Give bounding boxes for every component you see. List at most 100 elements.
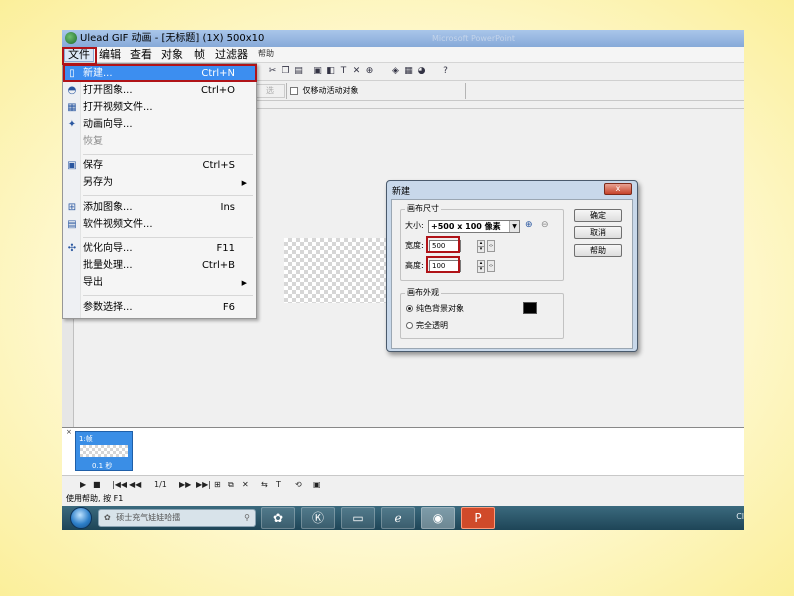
menu-object[interactable]: 对象: [158, 48, 186, 62]
menu-item-label: 优化向导...: [83, 243, 133, 254]
move-active-checkbox[interactable]: 仅移动活动对象: [290, 85, 359, 96]
add-size-icon[interactable]: ⊕: [525, 220, 533, 231]
taskbar-search-box[interactable]: ✿ 硕士充气娃娃哈擂 ⚲: [98, 509, 256, 527]
radio-dot[interactable]: [406, 322, 413, 329]
menu-item-label: 打开视频文件...: [83, 102, 153, 113]
duplicate-frame-icon[interactable]: ⧉: [228, 479, 234, 490]
width-spin-down[interactable]: ▾: [477, 246, 485, 253]
help-pointer-icon[interactable]: ?: [440, 66, 451, 77]
dialog-body: 画布尺寸 大小: +500 x 100 像素 ▼ ⊕ ⊖ 宽度: 500 ▴ ▾…: [391, 199, 633, 349]
prev-frame-icon[interactable]: ◀◀: [129, 479, 141, 490]
browser-icon[interactable]: ◕: [416, 66, 427, 77]
taskbar-ie-button[interactable]: ℯ: [381, 507, 415, 529]
play-icon[interactable]: ▶: [80, 479, 86, 490]
dialog-close-button[interactable]: x: [604, 183, 632, 195]
menu-separator: [83, 154, 253, 155]
delete-icon[interactable]: ✕: [351, 66, 362, 77]
add-frame-icon[interactable]: ⊞: [214, 479, 221, 490]
preview-icon[interactable]: ▦: [403, 66, 414, 77]
taskbar-powerpoint-button[interactable]: P: [461, 507, 495, 529]
toolbar-separator: [286, 83, 287, 99]
taskbar-kugou-button[interactable]: Ⓚ: [301, 507, 335, 529]
menu-filter[interactable]: 过滤器: [212, 48, 251, 62]
menu-item-export[interactable]: 导出 ▶: [64, 275, 255, 291]
ok-button[interactable]: 确定: [574, 209, 622, 222]
menu-item-open-video[interactable]: ▦ 打开视频文件...: [64, 100, 255, 116]
width-stepper[interactable]: ‹›: [487, 240, 495, 252]
canvas-appearance-group: 画布外观 纯色背景对象 完全透明: [400, 288, 564, 339]
paste-icon[interactable]: ▤: [293, 66, 304, 77]
delete-frame-icon[interactable]: ✕: [242, 479, 249, 490]
menu-item-label: 恢复: [83, 136, 103, 147]
menu-frame[interactable]: 帧: [191, 48, 208, 62]
menu-help[interactable]: 帮助: [258, 48, 274, 59]
size-select[interactable]: +500 x 100 像素 ▼: [428, 220, 520, 233]
stop-icon[interactable]: ■: [93, 479, 101, 490]
radio-dot[interactable]: [406, 305, 413, 312]
transparent-canvas[interactable]: [284, 238, 389, 303]
find-icon[interactable]: ⊕: [364, 66, 375, 77]
submenu-arrow-icon: ▶: [241, 179, 247, 187]
help-button[interactable]: 帮助: [574, 244, 622, 257]
radio-fully-transparent[interactable]: 完全透明: [406, 321, 448, 331]
remove-size-icon[interactable]: ⊖: [541, 220, 549, 231]
frame-panel-close-icon[interactable]: ×: [66, 428, 72, 436]
canvas-size-group: 画布尺寸 大小: +500 x 100 像素 ▼ ⊕ ⊖ 宽度: 500 ▴ ▾…: [400, 204, 564, 281]
last-frame-icon[interactable]: ▶▶|: [196, 479, 211, 490]
taskbar-explorer-button[interactable]: ▭: [341, 507, 375, 529]
open-video-icon: ▦: [67, 102, 77, 113]
background-color-swatch[interactable]: [523, 302, 537, 314]
menu-edit[interactable]: 编辑: [96, 48, 124, 62]
video-file-icon: ▤: [67, 219, 77, 230]
checkbox-box[interactable]: [290, 86, 298, 95]
height-stepper[interactable]: ‹›: [487, 260, 495, 272]
menu-item-shortcut: F6: [222, 302, 235, 313]
frame-thumbnail[interactable]: 1:帧 0.1 秒: [75, 431, 133, 471]
menu-item-optimize-wizard[interactable]: ✣ 优化向导... F11: [64, 241, 255, 257]
menu-item-preferences[interactable]: 参数选择... F6: [64, 300, 255, 316]
menu-item-save[interactable]: ▣ 保存 Ctrl+S: [64, 158, 255, 174]
chevron-down-icon[interactable]: ▼: [509, 221, 519, 232]
save-toolbar-icon[interactable]: ▣: [312, 66, 323, 77]
toolbar-separator: [465, 83, 466, 99]
optimize-toolbar-icon[interactable]: ◈: [390, 66, 401, 77]
menu-item-label: 保存: [83, 160, 103, 171]
menu-item-add-image[interactable]: ⊞ 添加图象... Ins: [64, 200, 255, 216]
menu-item-shortcut: Ctrl+O: [200, 85, 235, 96]
next-frame-icon[interactable]: ▶▶: [179, 479, 191, 490]
taskbar-baidu-button[interactable]: ✿: [261, 507, 295, 529]
menu-item-video-file[interactable]: ▤ 软件视频文件...: [64, 217, 255, 233]
image-icon[interactable]: ◧: [325, 66, 336, 77]
first-frame-icon[interactable]: |◀◀: [112, 479, 127, 490]
size-select-value: +500 x 100 像素: [431, 222, 501, 231]
cancel-button[interactable]: 取消: [574, 226, 622, 239]
height-spin-down[interactable]: ▾: [477, 266, 485, 273]
text-icon[interactable]: T: [338, 66, 349, 77]
menu-item-animation-wizard[interactable]: ✦ 动画向导...: [64, 117, 255, 133]
radio-solid-background[interactable]: 纯色背景对象: [406, 304, 464, 314]
cut-icon[interactable]: ✂: [267, 66, 278, 77]
taskbar-ulead-button[interactable]: ◉: [421, 507, 455, 529]
menu-item-save-as[interactable]: 另存为 ▶: [64, 175, 255, 191]
radio-solid-label: 纯色背景对象: [416, 304, 464, 313]
menu-item-open-image[interactable]: ◓ 打开图象... Ctrl+O: [64, 83, 255, 99]
menu-item-batch[interactable]: 批量处理... Ctrl+B: [64, 258, 255, 274]
menu-item-label: 导出: [83, 277, 103, 288]
menu-view[interactable]: 查看: [127, 48, 155, 62]
frame-label: 1:帧: [79, 435, 93, 443]
reverse-icon[interactable]: ⟲: [295, 479, 302, 490]
menu-item-shortcut: Ins: [220, 202, 236, 213]
search-icon[interactable]: ⚲: [244, 510, 250, 526]
tween-icon[interactable]: ⇆: [261, 479, 268, 490]
menu-item-label: 另存为: [83, 177, 113, 188]
menu-item-shortcut: F11: [216, 243, 235, 254]
frame-properties-icon[interactable]: ▣: [313, 479, 321, 490]
open-image-icon: ◓: [67, 85, 77, 96]
optimize-icon: ✣: [67, 243, 77, 254]
copy-icon[interactable]: ❐: [280, 66, 291, 77]
start-button[interactable]: [70, 507, 92, 529]
text-frame-icon[interactable]: T: [276, 479, 281, 490]
menu-item-label: 添加图象...: [83, 202, 133, 213]
menu-item-label: 参数选择...: [83, 302, 133, 313]
new-dialog: 新建 x 画布尺寸 大小: +500 x 100 像素 ▼ ⊕ ⊖ 宽度: 50…: [386, 180, 638, 352]
